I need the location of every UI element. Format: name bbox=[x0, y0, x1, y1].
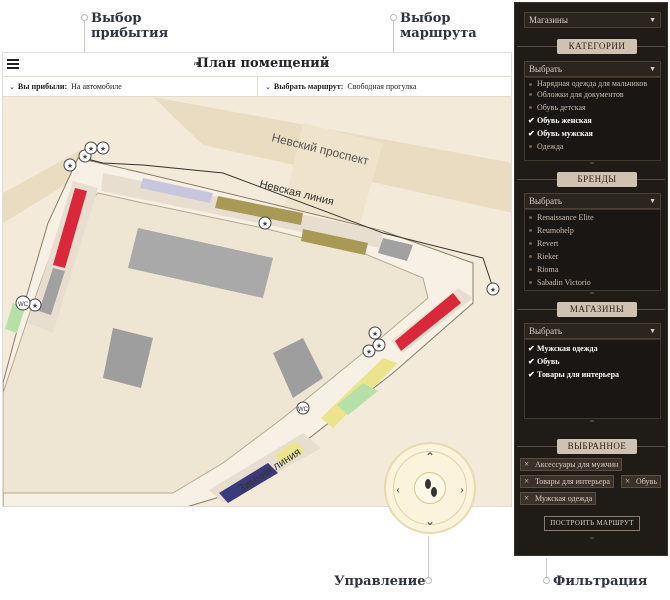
svg-text:★: ★ bbox=[32, 302, 38, 310]
svg-text:★: ★ bbox=[67, 162, 73, 170]
categories-header: КАТЕГОРИИ bbox=[557, 39, 637, 54]
callout-route-line bbox=[393, 20, 394, 52]
callout-route-dot bbox=[390, 14, 397, 21]
brand-item[interactable]: Renaissance Elite bbox=[525, 211, 660, 224]
dropdown-arrow-icon: ▼ bbox=[649, 327, 656, 335]
arrival-selector[interactable]: ⌄ Вы прибыли: На автомобиле bbox=[3, 77, 258, 97]
pad-up-button[interactable]: ⌃ bbox=[423, 450, 437, 464]
brand-item[interactable]: Reumohelp bbox=[525, 224, 660, 237]
svg-text:★: ★ bbox=[82, 153, 88, 161]
pad-left-button[interactable]: ‹ bbox=[391, 482, 405, 496]
brand-item[interactable]: Rieker bbox=[525, 250, 660, 263]
shop-item[interactable]: ✔ Мужская одежда bbox=[525, 342, 660, 355]
brand-item[interactable]: Sabadin Victorio bbox=[525, 276, 660, 289]
wc-label-2: WC bbox=[298, 407, 309, 413]
favorite-tag[interactable]: × Мужская одежда bbox=[520, 492, 597, 505]
callout-route: Выбор маршрута bbox=[400, 11, 477, 41]
navigation-pad: ⌃ ⌄ ‹ › bbox=[384, 442, 476, 534]
brands-header: БРЕНДЫ bbox=[557, 172, 637, 187]
menu-icon[interactable] bbox=[7, 59, 19, 69]
categories-select-value: Выбрать bbox=[529, 64, 562, 74]
page-title: План помещений bbox=[196, 56, 330, 71]
check-icon: ✔ bbox=[528, 370, 535, 379]
brands-select[interactable]: Выбрать ▼ bbox=[524, 193, 661, 209]
scroll-indicator-icon: ═ bbox=[589, 419, 595, 425]
dropdown-arrow-icon: ▼ bbox=[649, 16, 656, 24]
floor-plan-map[interactable]: ★★★ ★ ★★ ★★★ ★ Невский проспект Невская л… bbox=[3, 53, 512, 507]
category-item[interactable]: Обувь детская bbox=[525, 101, 660, 114]
callout-control-line bbox=[428, 536, 429, 580]
shops-select-value: Выбрать bbox=[529, 326, 562, 336]
floor-plan-panel: ★ ★ ★ ★ ★ ★ ★ ★ ★ ★ Невский проспект Невская л… bbox=[2, 52, 512, 507]
check-icon: ✔ bbox=[528, 129, 535, 138]
svg-text:★: ★ bbox=[262, 220, 268, 228]
category-item[interactable]: Нарядная одежда для мальчиков bbox=[525, 78, 660, 88]
callout-filter-dot bbox=[543, 577, 550, 584]
callout-arrival: Выбор прибытия bbox=[91, 11, 169, 41]
close-icon[interactable]: × bbox=[524, 459, 529, 470]
shops-select[interactable]: Выбрать ▼ bbox=[524, 323, 661, 339]
pad-down-button[interactable]: ⌄ bbox=[423, 514, 437, 528]
category-item[interactable]: ✔ Обувь женская bbox=[525, 114, 660, 127]
callout-filter: Фильтрация bbox=[553, 574, 648, 589]
favorite-tag[interactable]: × Обувь bbox=[621, 475, 661, 488]
type-select-value: Магазины bbox=[529, 15, 568, 25]
footprint-icon[interactable] bbox=[414, 472, 446, 504]
chevron-down-icon: ⌄ bbox=[265, 83, 271, 91]
scroll-indicator-icon: ═ bbox=[589, 291, 595, 297]
close-icon[interactable]: × bbox=[524, 493, 529, 504]
categories-select[interactable]: Выбрать ▼ bbox=[524, 61, 661, 77]
pad-right-button[interactable]: › bbox=[455, 482, 469, 496]
svg-text:★: ★ bbox=[490, 286, 496, 294]
favorite-tag[interactable]: × Товары для интерьера bbox=[520, 475, 614, 488]
dropdown-arrow-icon: ▼ bbox=[649, 197, 656, 205]
svg-text:★: ★ bbox=[372, 330, 378, 338]
categories-list: Нарядная одежда для мальчиков Обложки дл… bbox=[524, 77, 661, 161]
category-item[interactable]: Одежда bbox=[525, 140, 660, 153]
wc-label-1: WC bbox=[18, 302, 29, 308]
brand-item[interactable]: Revert bbox=[525, 237, 660, 250]
category-item[interactable]: Обложки для документов bbox=[525, 88, 660, 101]
category-item[interactable]: ✔ Обувь мужская bbox=[525, 127, 660, 140]
svg-text:★: ★ bbox=[366, 348, 372, 356]
dropdown-arrow-icon: ▼ bbox=[649, 65, 656, 73]
svg-text:★: ★ bbox=[376, 342, 382, 350]
route-label: Выбрать маршрут: bbox=[273, 82, 344, 91]
brands-select-value: Выбрать bbox=[529, 196, 562, 206]
route-selector[interactable]: ⌄ Выбрать маршрут: Свободная прогулка bbox=[259, 77, 511, 97]
shops-header: МАГАЗИНЫ bbox=[557, 302, 637, 317]
scroll-indicator-icon: ═ bbox=[589, 161, 595, 167]
check-icon: ✔ bbox=[528, 344, 535, 353]
callout-arrival-dot bbox=[81, 14, 88, 21]
shop-item[interactable]: ✔ Товары для интерьера bbox=[525, 368, 660, 381]
callout-arrival-line bbox=[84, 20, 85, 52]
svg-text:★: ★ bbox=[100, 145, 106, 153]
map-selectors: ⌄ Вы прибыли: На автомобиле ⌄ Выбрать марш… bbox=[3, 77, 511, 97]
type-select[interactable]: Магазины ▼ bbox=[524, 12, 661, 28]
close-icon[interactable]: × bbox=[625, 476, 630, 487]
shop-item[interactable]: ✔ Обувь bbox=[525, 355, 660, 368]
check-icon: ✔ bbox=[528, 357, 535, 366]
scroll-indicator-icon: ═ bbox=[589, 536, 595, 542]
chevron-down-icon: ⌄ bbox=[9, 83, 15, 91]
arrival-label: Вы прибыли: bbox=[17, 82, 68, 91]
shops-list: ✔ Мужская одежда ✔ Обувь ✔ Товары для интер… bbox=[524, 339, 661, 419]
favorites-header: ВЫБРАННОЕ bbox=[557, 439, 637, 454]
route-value: Свободная прогулка bbox=[347, 82, 417, 91]
arrival-value: На автомобиле bbox=[71, 82, 122, 91]
brand-item[interactable]: Rioma bbox=[525, 263, 660, 276]
ornament-right-icon: ❧ bbox=[321, 59, 330, 70]
brands-list: Renaissance Elite Reumohelp Revert Rieke… bbox=[524, 209, 661, 291]
svg-text:★: ★ bbox=[88, 145, 94, 153]
close-icon[interactable]: × bbox=[524, 476, 529, 487]
build-route-button[interactable]: ПОСТРОИТЬ МАРШРУТ bbox=[544, 516, 640, 531]
favorite-tag[interactable]: × Аксессуары для мужчин bbox=[520, 458, 623, 471]
callout-control-dot bbox=[425, 577, 432, 584]
filter-panel: Магазины ▼ КАТЕГОРИИ Выбрать ▼ Нарядная од… bbox=[514, 2, 668, 556]
map-header: ❧ План помещений ❧ bbox=[3, 53, 511, 77]
callout-control: Управление bbox=[334, 574, 426, 589]
check-icon: ✔ bbox=[528, 116, 535, 125]
